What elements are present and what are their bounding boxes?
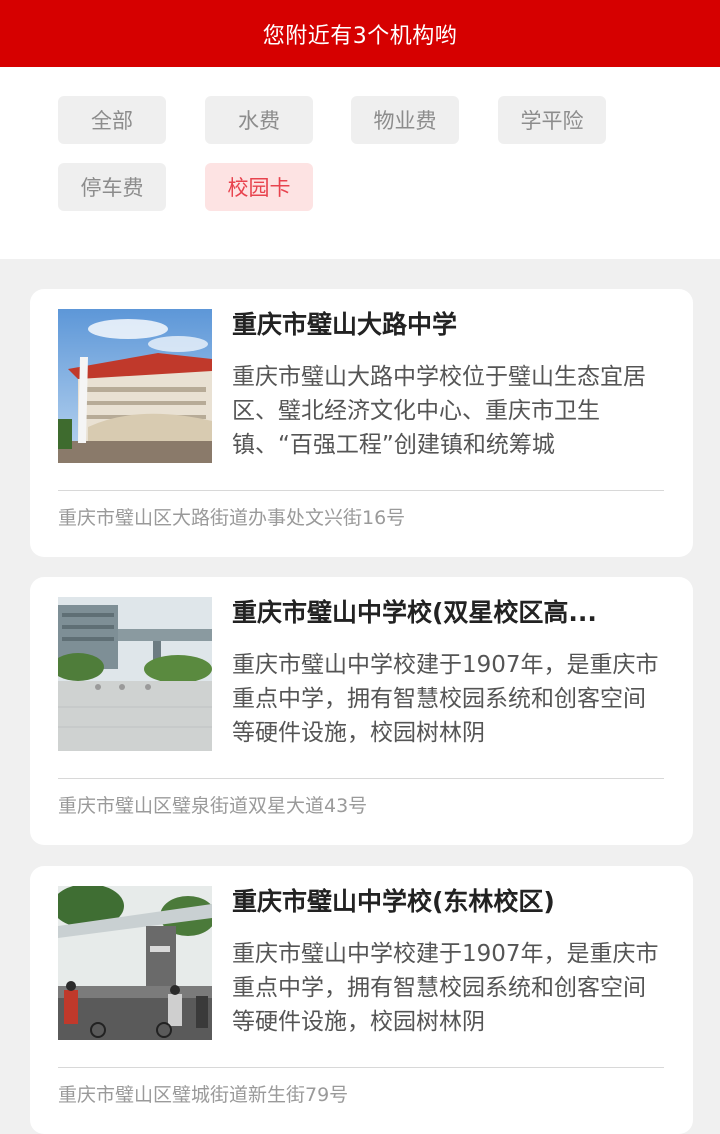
institution-name: 重庆市璧山中学校(东林校区) (232, 887, 555, 916)
filter-chip-water[interactable]: 水费 (205, 96, 313, 144)
institution-card[interactable]: 重庆市璧山中学校(东林校区) 重庆市璧山中学校建于1907年，是重庆市重点中学，… (30, 866, 693, 1134)
page-title: 您附近有3个机构哟 (262, 23, 458, 49)
institution-description: 重庆市璧山中学校建于1907年，是重庆市重点中学，拥有智慧校园系统和创客空间等硬… (232, 652, 659, 746)
institution-name: 重庆市璧山大路中学 (232, 310, 458, 339)
filter-chip-insurance[interactable]: 学平险 (498, 96, 606, 144)
filter-chip-parking[interactable]: 停车费 (58, 163, 166, 211)
header-bar: 您附近有3个机构哟 (0, 0, 720, 67)
institution-card[interactable]: 重庆市璧山大路中学 重庆市璧山大路中学校位于璧山生态宜居区、璧北经济文化中心、重… (30, 289, 693, 557)
filter-chip-all[interactable]: 全部 (58, 96, 166, 144)
divider (58, 490, 664, 491)
school-building-photo (58, 309, 212, 463)
divider (58, 1067, 664, 1068)
category-filter-panel: 全部 水费 物业费 学平险 停车费 校园卡 (0, 67, 720, 259)
institution-card[interactable]: 重庆市璧山中学校(双星校区高... 重庆市璧山中学校建于1907年，是重庆市重点… (30, 577, 693, 845)
institution-description: 重庆市璧山中学校建于1907年，是重庆市重点中学，拥有智慧校园系统和创客空间等硬… (232, 941, 659, 1035)
school-gate-photo (58, 886, 212, 1040)
institution-address: 重庆市璧山区璧泉街道双星大道43号 (58, 795, 368, 817)
filter-chip-campus-card[interactable]: 校园卡 (205, 163, 313, 211)
institution-address: 重庆市璧山区大路街道办事处文兴街16号 (58, 507, 406, 529)
campus-plaza-photo (58, 597, 212, 751)
filter-chip-property[interactable]: 物业费 (351, 96, 459, 144)
institution-name: 重庆市璧山中学校(双星校区高... (232, 598, 597, 627)
institution-description: 重庆市璧山大路中学校位于璧山生态宜居区、璧北经济文化中心、重庆市卫生镇、“百强工… (232, 364, 646, 458)
divider (58, 778, 664, 779)
institution-address: 重庆市璧山区璧城街道新生街79号 (58, 1084, 349, 1106)
